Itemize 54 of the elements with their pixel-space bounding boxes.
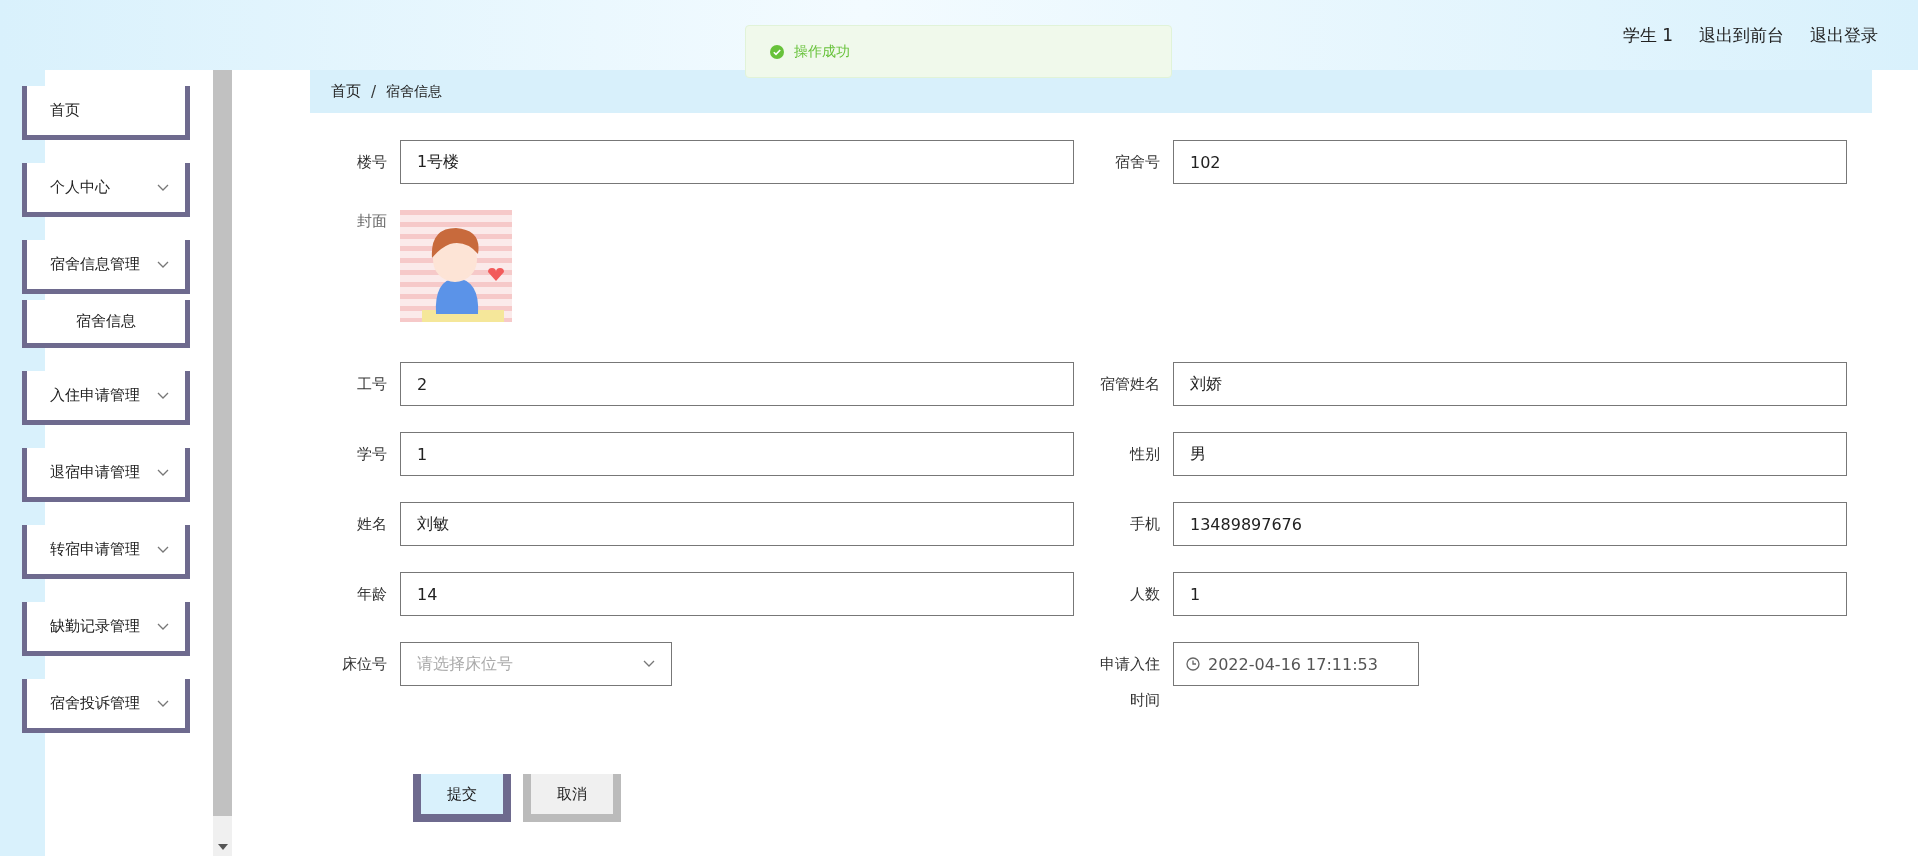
chevron-down-icon	[643, 660, 655, 668]
chevron-down-icon	[157, 545, 169, 554]
field-label: 宿管姓名	[1099, 374, 1161, 395]
check-circle-icon	[770, 44, 784, 59]
menu-item[interactable]: 宿舍投诉管理	[22, 679, 190, 733]
menu-item[interactable]: 转宿申请管理	[22, 525, 190, 579]
text-field[interactable]: 1	[1173, 572, 1847, 616]
menu-item[interactable]: 缺勤记录管理	[22, 602, 190, 656]
field-label: 学号	[356, 444, 388, 465]
submit-button[interactable]: 提交	[413, 774, 511, 822]
menu-item[interactable]: 首页	[22, 86, 190, 140]
text-field[interactable]: 男	[1173, 432, 1847, 476]
header-link[interactable]: 退出登录	[1810, 23, 1878, 47]
menu-item[interactable]: 个人中心	[22, 163, 190, 217]
submenu-item[interactable]: 宿舍信息	[22, 300, 190, 348]
scrollbar[interactable]	[213, 70, 232, 856]
field-label: 人数	[1129, 584, 1161, 605]
field-label: 封面	[356, 211, 388, 232]
text-field[interactable]: 1	[400, 432, 1074, 476]
menu-item[interactable]: 入住申请管理	[22, 371, 190, 425]
text-field[interactable]: 刘娇	[1173, 362, 1847, 406]
datetime-field[interactable]: 2022-04-16 17:11:53	[1173, 642, 1419, 686]
field-label: 年龄	[356, 584, 388, 605]
header-link[interactable]: 学生 1	[1622, 23, 1673, 47]
chevron-down-icon	[157, 183, 169, 192]
field-label: 手机	[1129, 514, 1161, 535]
chevron-down-icon	[157, 260, 169, 269]
text-field[interactable]: 1号楼	[400, 140, 1074, 184]
breadcrumb-item: 宿舍信息	[386, 82, 443, 101]
text-field[interactable]: 刘敏	[400, 502, 1074, 546]
chevron-down-icon	[157, 622, 169, 631]
field-label: 楼号	[356, 152, 388, 173]
clock-icon	[1186, 657, 1200, 671]
header-link[interactable]: 退出到前台	[1699, 23, 1784, 47]
breadcrumb-item[interactable]: 首页	[331, 82, 361, 101]
field-label: 床位号	[341, 654, 388, 675]
menu-item[interactable]: 宿舍信息管理	[22, 240, 190, 294]
chevron-down-icon	[157, 699, 169, 708]
chevron-down-icon	[157, 391, 169, 400]
field-label: 申请入住时间	[1099, 654, 1161, 711]
breadcrumb-separator: /	[371, 82, 377, 101]
toast-text: 操作成功	[794, 42, 850, 61]
text-field[interactable]: 13489897676	[1173, 502, 1847, 546]
text-field[interactable]: 2	[400, 362, 1074, 406]
field-label: 姓名	[356, 514, 388, 535]
scroll-down-icon[interactable]	[217, 844, 228, 850]
field-label: 性别	[1128, 444, 1161, 465]
text-field[interactable]: 14	[400, 572, 1074, 616]
field-label: 宿舍号	[1114, 152, 1161, 173]
field-label: 工号	[356, 374, 388, 395]
cancel-button[interactable]: 取消	[523, 774, 621, 822]
chevron-down-icon	[157, 468, 169, 477]
menu-item[interactable]: 退宿申请管理	[22, 448, 190, 502]
text-field[interactable]: 102	[1173, 140, 1847, 184]
